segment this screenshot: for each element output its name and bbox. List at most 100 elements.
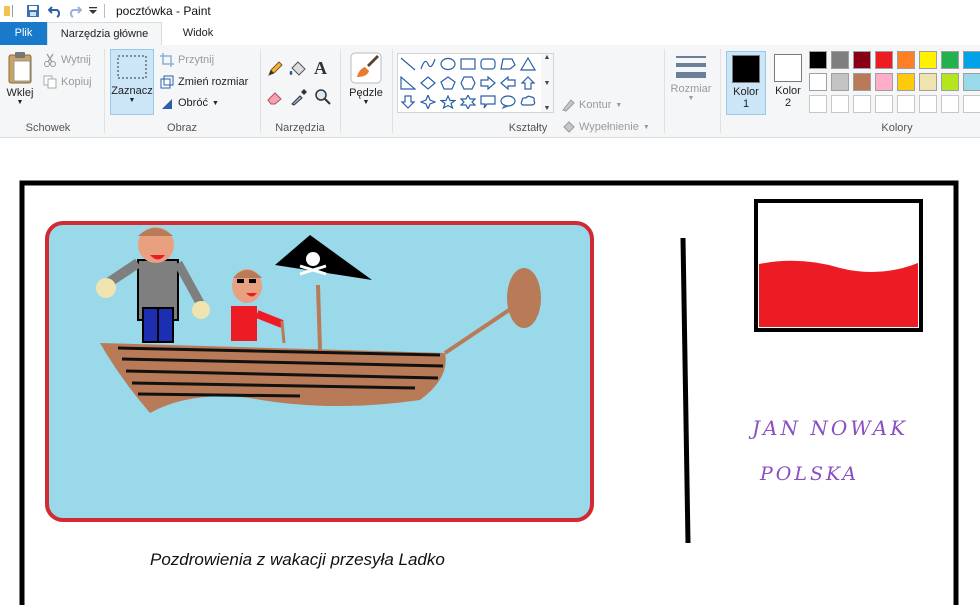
postcard-drawing [19,180,959,608]
palette-swatch[interactable] [831,51,849,69]
tab-home[interactable]: Narzędzia główne [47,22,162,45]
brush-icon [350,52,382,84]
color2-button[interactable]: Kolor 2 [768,51,808,115]
palette-swatch[interactable] [919,73,937,91]
fill-dropdown-icon[interactable]: ▼ [643,124,650,131]
up-arrow-shape-icon[interactable] [518,73,538,92]
copy-button[interactable]: Kopiuj [43,75,92,89]
palette-swatch[interactable] [875,51,893,69]
size-dropdown-icon[interactable]: ▼ [668,95,714,102]
postcard-caption: Pozdrowienia z wakacji przesyła Ladko [150,550,445,569]
paste-button[interactable]: Wklej ▼ [2,51,38,106]
select-dropdown-icon[interactable]: ▼ [111,97,153,104]
brushes-label: Pędzle [349,87,383,99]
rectangular-callout-shape-icon[interactable] [478,92,498,111]
outline-label: Kontur [579,99,612,111]
palette-swatch[interactable] [853,51,871,69]
scroll-down-icon[interactable]: ▼ [544,80,551,87]
line-shape-icon[interactable] [398,54,418,73]
rotate-dropdown-icon[interactable]: ▼ [212,100,219,107]
polygon-shape-icon[interactable] [498,54,518,73]
hexagon-shape-icon[interactable] [458,73,478,92]
resize-button[interactable]: Zmień rozmiar [160,75,248,89]
group-label-clipboard: Schowek [25,122,71,134]
select-button[interactable]: Zaznacz ▼ [110,49,154,115]
color1-button[interactable]: Kolor 1 [726,51,766,115]
palette-swatch[interactable] [809,73,827,91]
palette-swatch[interactable] [853,73,871,91]
palette-swatch[interactable] [919,95,937,113]
color-picker-icon[interactable] [290,88,308,106]
brushes-button[interactable]: Pędzle ▼ [346,51,386,106]
palette-swatch[interactable] [941,95,959,113]
group-label-image: Obraz [167,122,197,134]
tab-file[interactable]: Plik [0,22,47,45]
six-point-star-shape-icon[interactable] [458,92,478,111]
tab-view[interactable]: Widok [168,22,228,45]
cut-button[interactable]: Wytnij [43,53,91,67]
palette-swatch[interactable] [875,73,893,91]
size-button[interactable]: Rozmiar ▼ [668,53,714,102]
palette-swatch[interactable] [919,51,937,69]
resize-icon [160,75,174,89]
paste-dropdown-icon[interactable]: ▼ [2,99,38,106]
palette-swatch[interactable] [897,95,915,113]
five-point-star-shape-icon[interactable] [438,92,458,111]
four-point-star-shape-icon[interactable] [418,92,438,111]
curve-shape-icon[interactable] [418,54,438,73]
title-separator [104,0,106,22]
down-arrow-shape-icon[interactable] [398,92,418,111]
pencil-icon[interactable] [266,60,284,78]
paste-label: Wklej [6,87,34,99]
palette-swatch[interactable] [853,95,871,113]
palette-swatch[interactable] [941,73,959,91]
palette-swatch[interactable] [897,51,915,69]
size-label: Rozmiar [670,83,712,95]
crop-button[interactable]: Przytnij [160,53,214,67]
gallery-expand-icon[interactable]: ▼ [544,105,551,112]
cloud-callout-shape-icon[interactable] [518,92,538,111]
fill-bucket-icon[interactable] [288,60,308,78]
copy-icon [43,75,57,89]
oval-shape-icon[interactable] [438,54,458,73]
palette-swatch[interactable] [809,95,827,113]
outline-button[interactable]: Kontur ▼ [561,98,622,112]
diamond-shape-icon[interactable] [418,73,438,92]
undo-icon[interactable] [48,0,62,22]
palette-swatch[interactable] [875,95,893,113]
outline-dropdown-icon[interactable]: ▼ [615,102,622,109]
quick-access-dropdown-icon[interactable] [88,0,98,22]
eraser-icon[interactable] [266,88,284,106]
oval-callout-shape-icon[interactable] [498,92,518,111]
palette-swatch[interactable] [963,95,980,113]
left-arrow-shape-icon[interactable] [498,73,518,92]
triangle-shape-icon[interactable] [518,54,538,73]
paste-icon [8,52,32,84]
drawing-canvas[interactable]: Pozdrowienia z wakacji przesyła Ladko JA… [0,138,980,608]
crop-icon [160,53,174,67]
palette-swatch[interactable] [963,51,980,69]
palette-swatch[interactable] [963,73,980,91]
line-size-icon [676,56,706,78]
palette-swatch[interactable] [941,51,959,69]
rounded-rectangle-shape-icon[interactable] [478,54,498,73]
right-arrow-shape-icon[interactable] [478,73,498,92]
rotate-button[interactable]: Obróć ▼ [160,96,219,110]
magnifier-icon[interactable] [314,88,332,106]
paint-app-icon[interactable] [4,0,14,22]
palette-swatch[interactable] [897,73,915,91]
pentagon-shape-icon[interactable] [438,73,458,92]
redo-icon[interactable] [68,0,82,22]
palette-swatch[interactable] [809,51,827,69]
text-tool-icon[interactable]: A [314,58,327,79]
scroll-up-icon[interactable]: ▲ [544,54,551,61]
group-image: Zaznacz ▼ Przytnij Zmień rozmiar Obróć ▼… [106,45,258,137]
right-triangle-shape-icon[interactable] [398,73,418,92]
shapes-gallery-scroll[interactable]: ▲ ▼ ▼ [541,53,554,113]
brushes-dropdown-icon[interactable]: ▼ [346,99,386,106]
rectangle-shape-icon[interactable] [458,54,478,73]
palette-swatch[interactable] [831,95,849,113]
palette-swatch[interactable] [831,73,849,91]
fill-button[interactable]: Wypełnienie ▼ [561,120,650,134]
save-icon[interactable] [26,0,40,22]
